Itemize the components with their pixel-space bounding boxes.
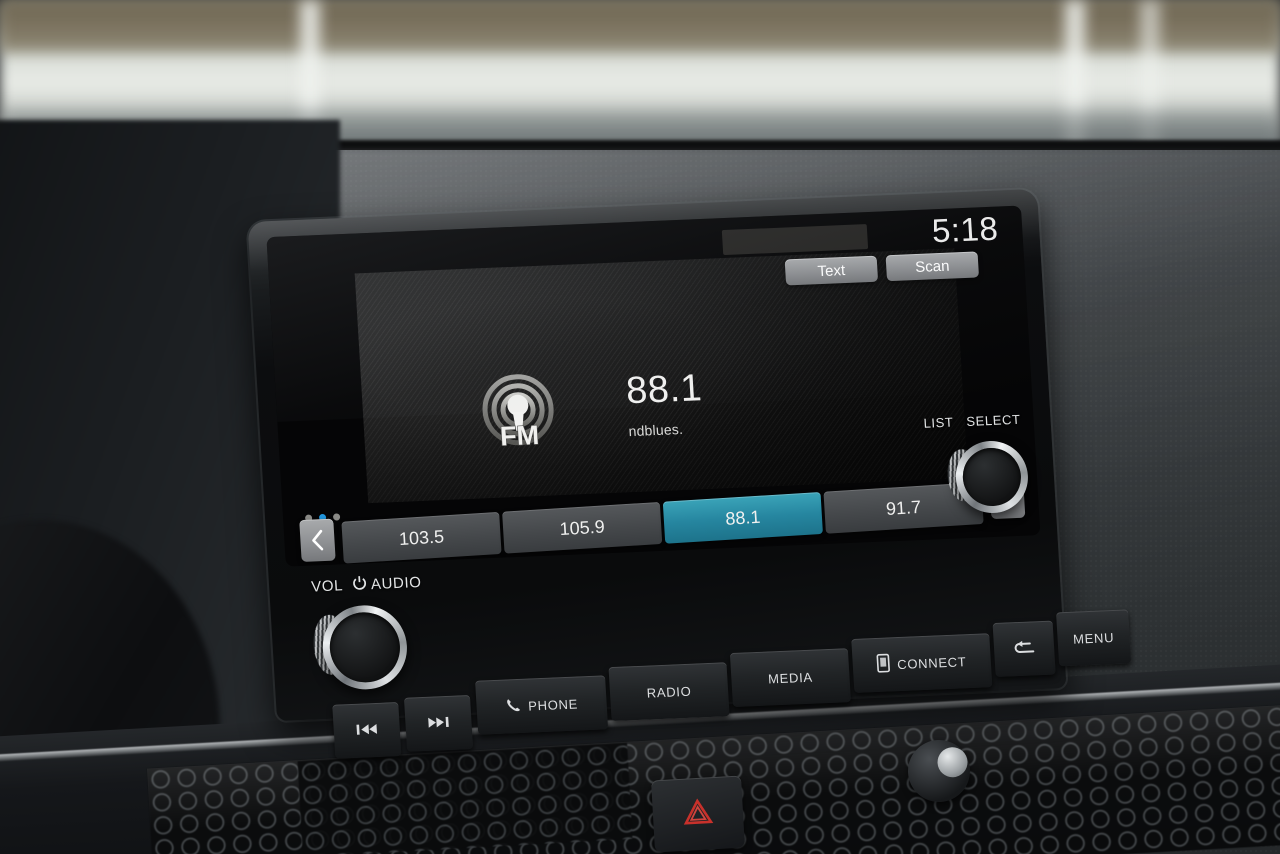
hazard-button[interactable] — [651, 775, 745, 853]
station-name: ndblues. — [628, 420, 684, 440]
media-button-label: MEDIA — [767, 669, 814, 686]
menu-button[interactable]: MENU — [1056, 609, 1132, 667]
background-foliage — [0, 0, 1280, 52]
smartphone-icon — [876, 653, 891, 676]
connect-button-label: CONNECT — [896, 653, 967, 672]
media-button[interactable]: MEDIA — [729, 648, 851, 707]
hazard-triangle-icon — [683, 798, 714, 830]
skip-back-icon — [354, 721, 379, 739]
skip-forward-button[interactable] — [403, 695, 474, 752]
skip-forward-icon — [426, 714, 451, 732]
power-icon — [351, 575, 367, 595]
status-placeholder-block — [721, 224, 869, 256]
list-label: LIST — [923, 414, 954, 431]
page-dot-3[interactable] — [332, 513, 341, 521]
preset-button-1[interactable]: 103.5 — [341, 511, 502, 564]
menu-button-label: MENU — [1072, 629, 1115, 647]
connect-button[interactable]: CONNECT — [851, 633, 993, 693]
fm-radio-icon: FM — [477, 367, 560, 452]
now-playing-info: 88.1 ndblues. — [624, 367, 705, 440]
chevron-left-icon — [310, 529, 325, 552]
radio-button[interactable]: RADIO — [608, 662, 730, 722]
preset-button-2[interactable]: 105.9 — [502, 501, 663, 554]
phone-handset-icon — [505, 696, 522, 716]
back-button[interactable] — [992, 620, 1056, 677]
preset-button-3-active[interactable]: 88.1 — [662, 491, 823, 544]
back-arrow-icon — [1013, 639, 1036, 659]
scan-button[interactable]: Scan — [885, 251, 980, 282]
text-button[interactable]: Text — [784, 255, 879, 286]
vol-label: VOL — [310, 577, 344, 596]
infotainment-head-unit: 5:18 Text Scan FM 88.1 ndblues. 103.5 10… — [247, 188, 1132, 759]
svg-text:FM: FM — [499, 420, 540, 452]
left-vent-mesh — [297, 742, 633, 854]
audio-label: AUDIO — [370, 573, 422, 594]
screenshot-root: ST OFF INT 5:18 — [0, 0, 1280, 854]
radio-button-label: RADIO — [646, 683, 692, 701]
phone-button[interactable]: PHONE — [475, 675, 609, 735]
frequency-display: 88.1 — [624, 367, 704, 413]
clock: 5:18 — [930, 209, 1000, 250]
select-label: SELECT — [965, 411, 1021, 430]
skip-back-button[interactable] — [332, 702, 402, 759]
touchscreen-display[interactable]: 5:18 Text Scan FM 88.1 ndblues. 103.5 10… — [266, 205, 1041, 567]
preset-prev-button[interactable] — [299, 518, 336, 562]
phone-button-label: PHONE — [527, 696, 579, 714]
